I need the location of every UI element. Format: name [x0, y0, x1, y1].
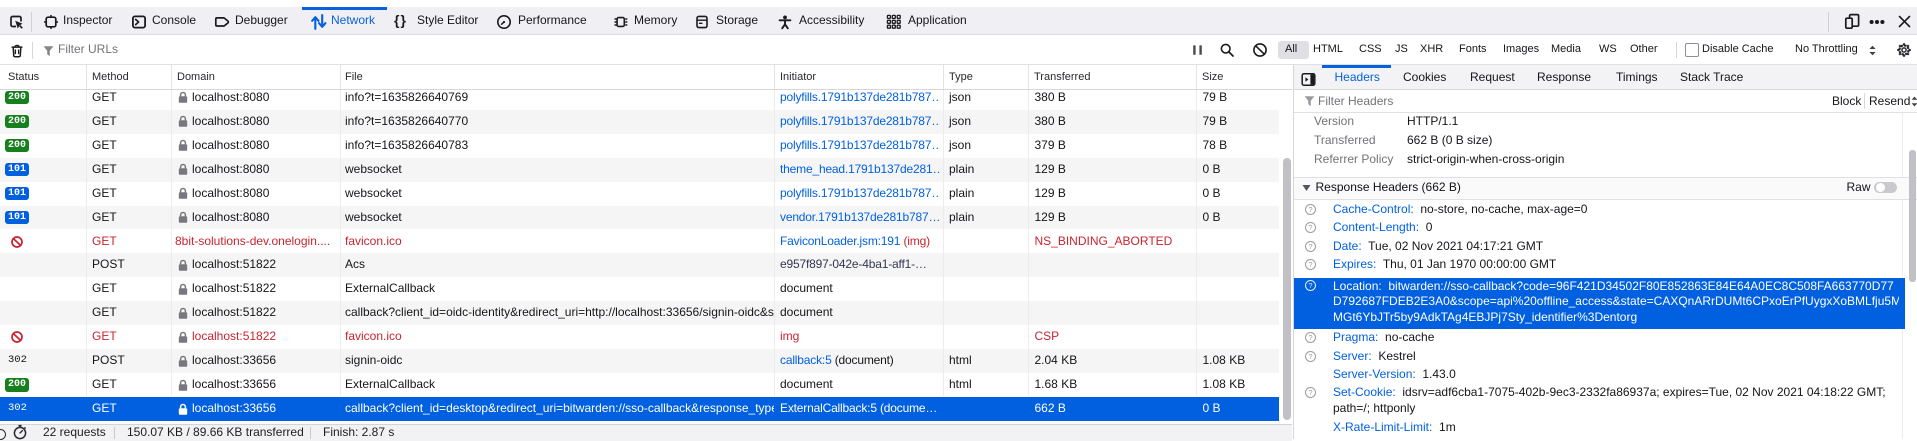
svg-text:?: ?: [1308, 205, 1312, 214]
svg-text:?: ?: [1308, 223, 1312, 232]
svg-text:?: ?: [1308, 242, 1312, 251]
svg-text:?: ?: [1308, 388, 1312, 397]
svg-text:?: ?: [1308, 352, 1312, 361]
svg-text:?: ?: [1308, 260, 1312, 269]
svg-text:?: ?: [1308, 333, 1312, 342]
svg-text:?: ?: [1308, 281, 1312, 290]
